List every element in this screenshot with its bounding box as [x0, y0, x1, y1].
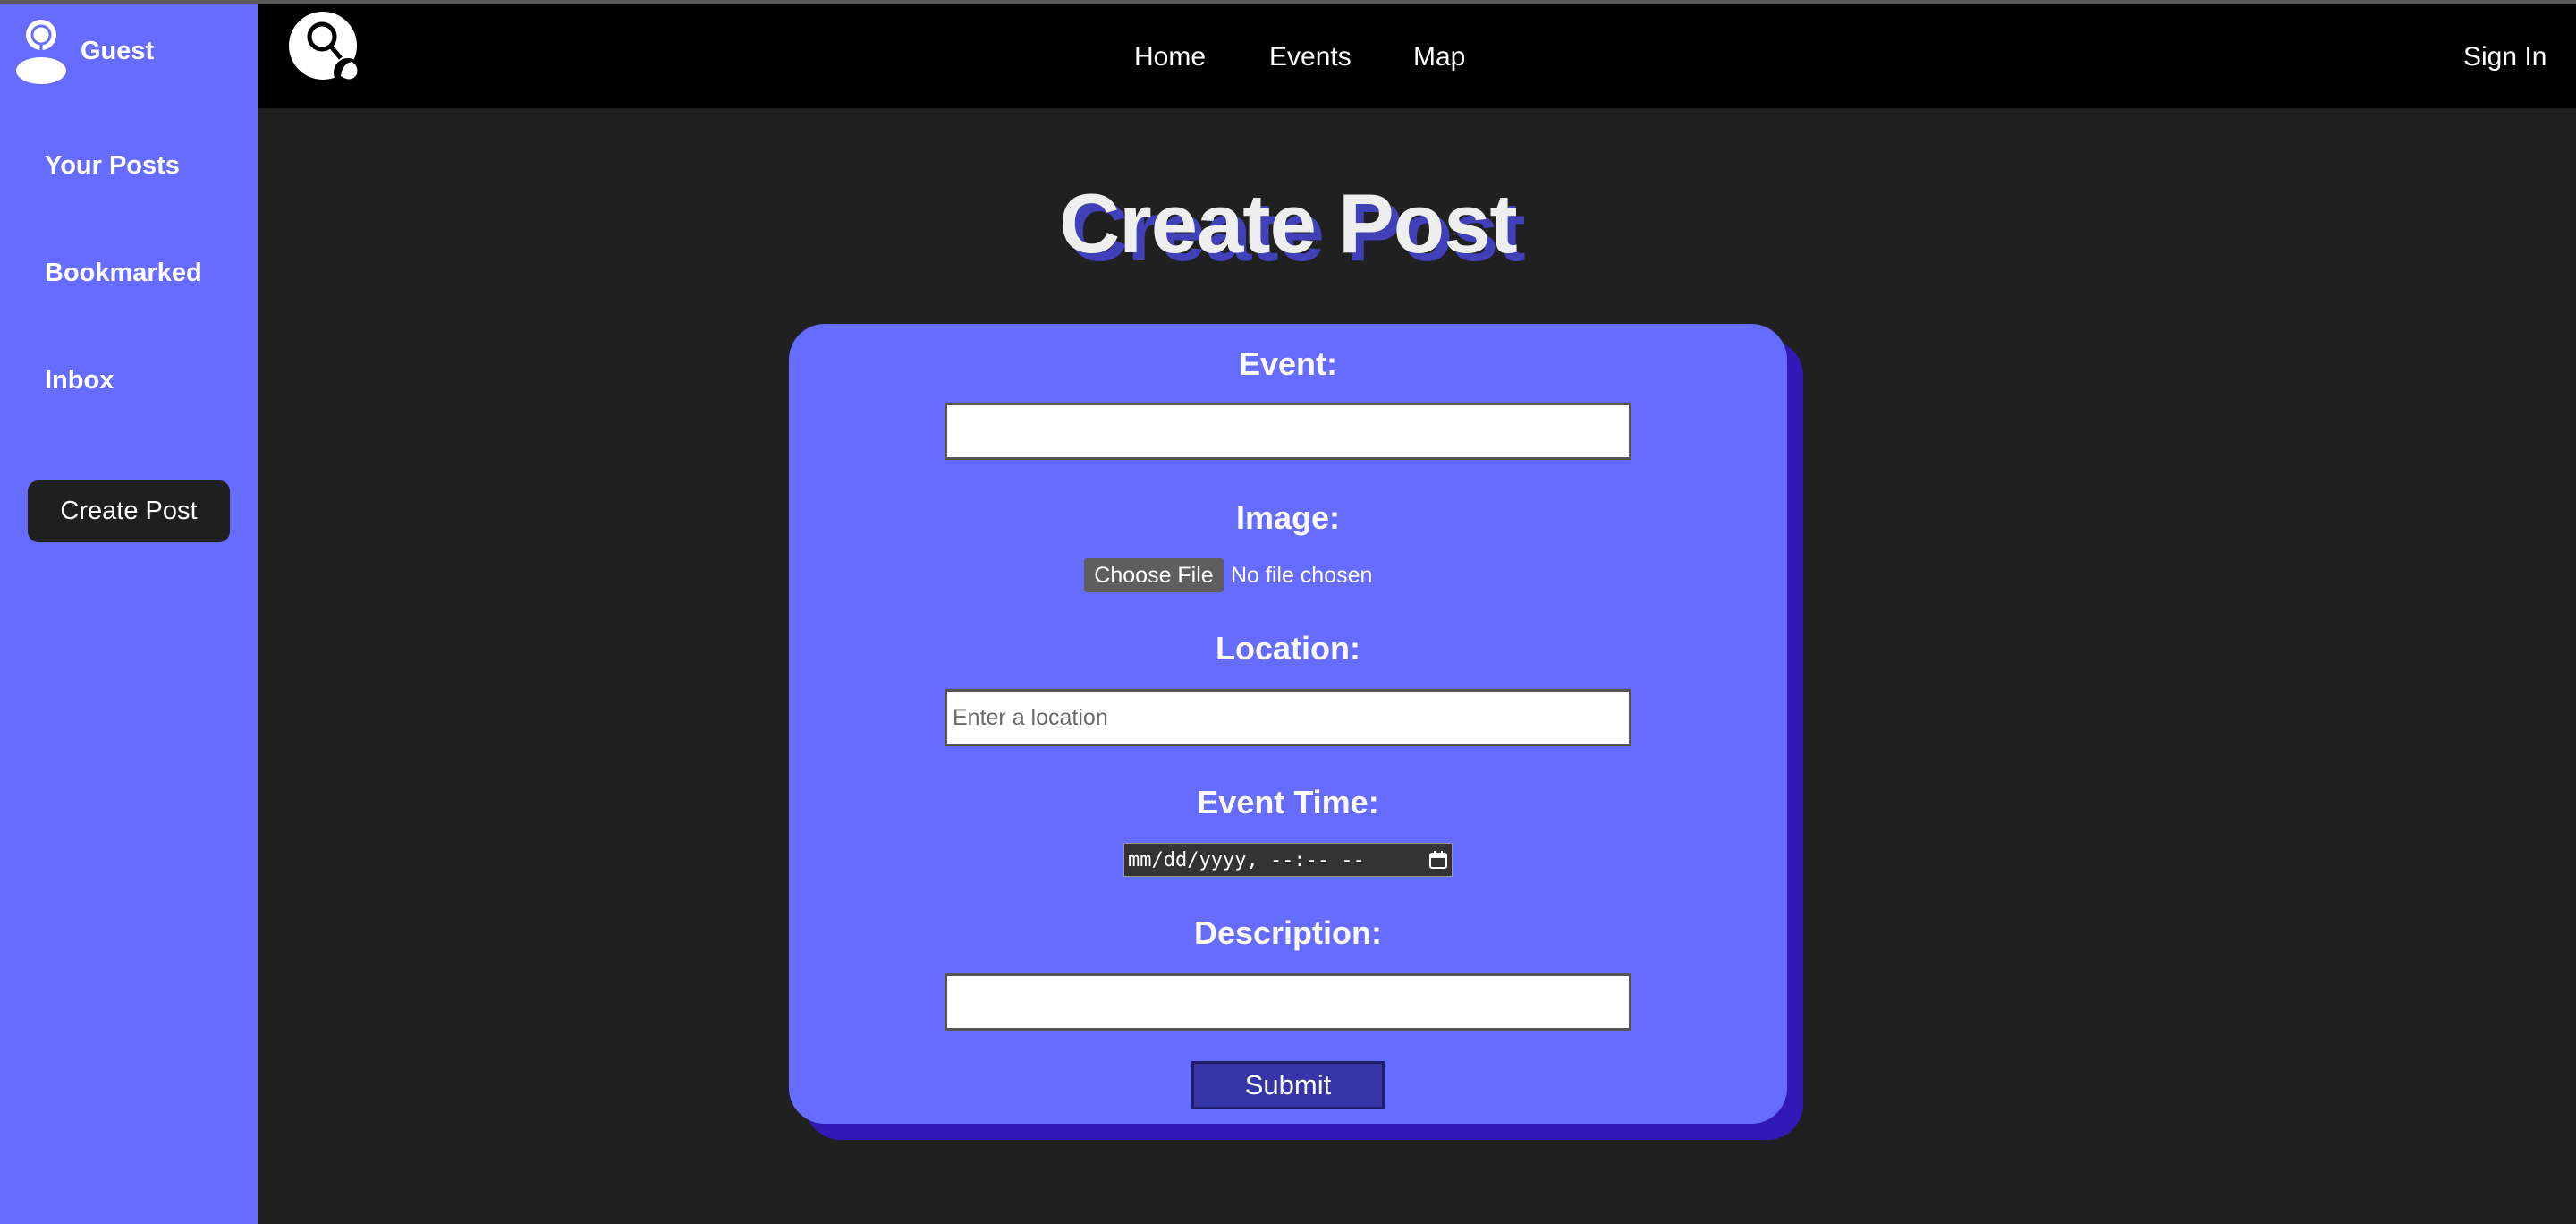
calendar-icon[interactable]	[1428, 850, 1448, 870]
top-nav: Home Events Map Sign In	[258, 4, 2576, 108]
description-label: Description:	[1193, 914, 1383, 951]
file-status: No file chosen	[1231, 562, 1373, 588]
create-post-button[interactable]: Create Post	[28, 480, 230, 542]
image-file-picker: Choose File No file chosen	[1084, 558, 1372, 592]
event-input[interactable]	[945, 403, 1631, 460]
nav-home[interactable]: Home	[1134, 42, 1206, 72]
sign-in-link[interactable]: Sign In	[2463, 42, 2546, 72]
submit-button[interactable]: Submit	[1191, 1061, 1385, 1109]
event-time-label: Event Time:	[1197, 784, 1379, 820]
create-post-form: Event: Image: Choose File No file chosen…	[789, 324, 1787, 1124]
user-avatar-icon	[16, 20, 66, 84]
event-time-input[interactable]: mm/dd/yyyy, --:-- --	[1123, 843, 1453, 877]
location-label: Location:	[1216, 630, 1360, 667]
user-profile[interactable]: Guest	[16, 17, 154, 84]
choose-file-button[interactable]: Choose File	[1084, 558, 1224, 592]
search-person-logo-icon[interactable]	[289, 10, 364, 87]
description-input[interactable]	[945, 973, 1631, 1031]
page-title: Create Post	[1059, 176, 1517, 270]
event-label: Event:	[1238, 345, 1338, 382]
sidebar-item-inbox[interactable]: Inbox	[45, 366, 114, 395]
user-name: Guest	[80, 37, 155, 65]
event-time-placeholder: mm/dd/yyyy, --:-- --	[1128, 848, 1365, 871]
image-label: Image:	[1235, 499, 1341, 536]
nav-events[interactable]: Events	[1269, 42, 1352, 72]
location-input[interactable]	[945, 689, 1631, 746]
nav-map[interactable]: Map	[1413, 42, 1465, 72]
